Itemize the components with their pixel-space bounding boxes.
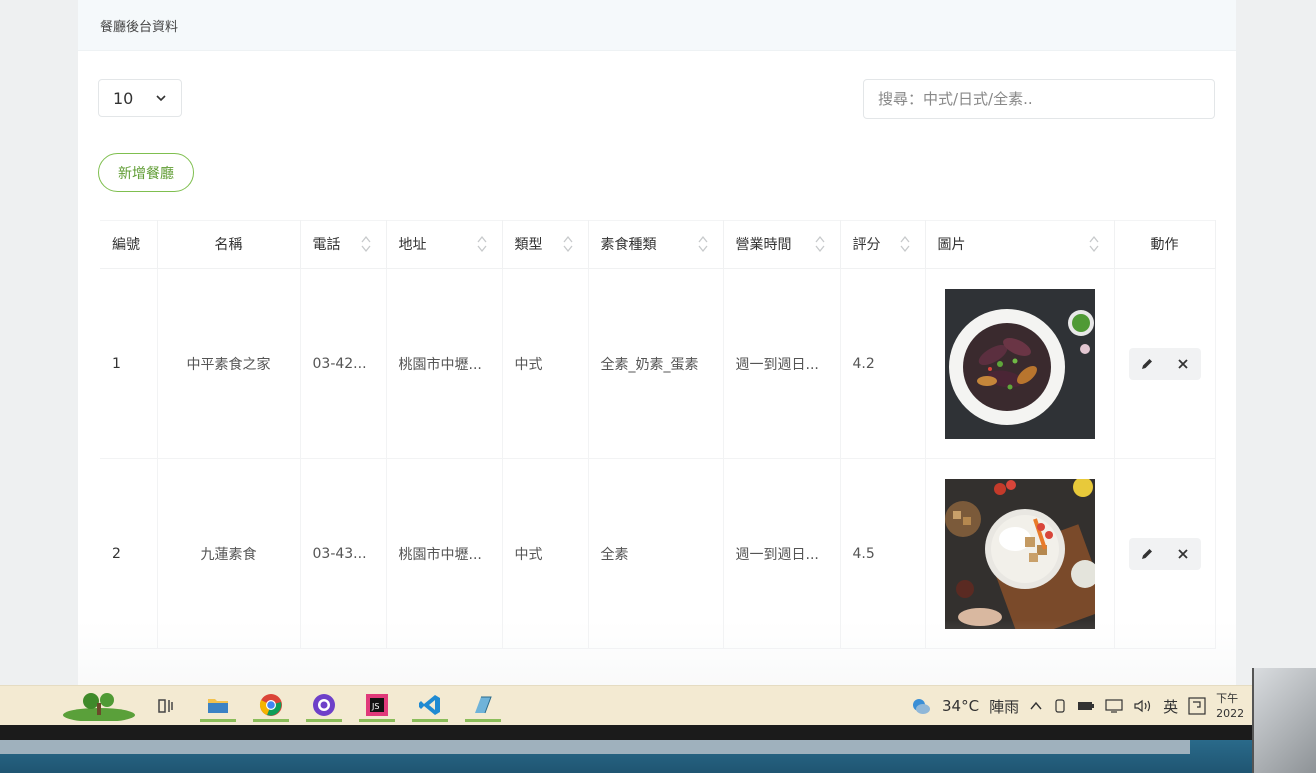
weather-desc[interactable]: 陣雨 xyxy=(989,696,1019,717)
weather-temp[interactable]: 34°C xyxy=(942,697,979,715)
column-header-address[interactable]: 地址 xyxy=(386,220,503,269)
page-title: 餐廳後台資料 xyxy=(100,19,179,35)
ime-mode-icon[interactable] xyxy=(1188,697,1206,715)
jetbrains-icon[interactable]: JS xyxy=(359,690,395,722)
chrome-icon[interactable] xyxy=(253,690,289,722)
edit-button[interactable] xyxy=(1129,538,1165,570)
delete-button[interactable] xyxy=(1165,538,1201,570)
column-header-rating[interactable]: 評分 xyxy=(840,220,926,269)
page-size-value: 10 xyxy=(113,88,134,108)
sort-icon[interactable] xyxy=(360,234,372,254)
task-view-icon[interactable] xyxy=(148,690,184,722)
sort-icon[interactable] xyxy=(899,234,911,254)
cell-address: 桃園市中壢... xyxy=(386,268,503,459)
edit-button[interactable] xyxy=(1129,348,1165,380)
widgets-icon[interactable] xyxy=(60,690,138,722)
search-input[interactable] xyxy=(863,79,1215,119)
battery-icon[interactable] xyxy=(1077,700,1095,712)
cell-veg-type: 全素_奶素_蛋素 xyxy=(588,268,724,459)
column-header-id[interactable]: 編號 xyxy=(100,220,158,269)
sort-icon[interactable] xyxy=(814,234,826,254)
sort-icon[interactable] xyxy=(476,234,488,254)
clock[interactable]: 下午 2022 xyxy=(1216,691,1244,721)
column-header-image[interactable]: 圖片 xyxy=(925,220,1115,269)
cell-hours: 週一到週日... xyxy=(723,268,841,459)
network-icon[interactable] xyxy=(1105,698,1123,714)
table-row: 1 中平素食之家 03-42... 桃園市中壢... 中式 全素_奶素_蛋素 週… xyxy=(100,268,1216,459)
screen-bezel xyxy=(0,725,1316,740)
cell-type: 中式 xyxy=(502,268,589,459)
restaurant-table: 編號 名稱 電話 地址 類型 素食種類 營業時間 評分 圖片 動作 1 中平素食… xyxy=(100,220,1216,649)
close-icon xyxy=(1177,548,1188,559)
cell-phone: 03-42... xyxy=(300,268,387,459)
pencil-icon xyxy=(1141,358,1152,369)
sort-icon[interactable] xyxy=(562,234,574,254)
svg-text:JS: JS xyxy=(371,702,379,711)
column-header-name[interactable]: 名稱 xyxy=(157,220,301,269)
github-desktop-icon[interactable] xyxy=(306,690,342,722)
cell-name: 中平素食之家 xyxy=(157,268,301,459)
sort-icon[interactable] xyxy=(697,234,709,254)
column-header-phone[interactable]: 電話 xyxy=(300,220,387,269)
scroll-fade xyxy=(78,620,1236,685)
rice-bowl-image xyxy=(944,478,1095,629)
terminal-app-icon[interactable] xyxy=(465,690,501,722)
cell-actions xyxy=(1114,268,1216,459)
column-header-type[interactable]: 類型 xyxy=(502,220,589,269)
delete-button[interactable] xyxy=(1165,348,1201,380)
cell-image xyxy=(925,268,1115,459)
weather-icon[interactable] xyxy=(910,695,932,717)
file-explorer-icon[interactable] xyxy=(200,690,236,722)
vscode-icon[interactable] xyxy=(412,690,448,722)
system-tray: 34°C 陣雨 英 下午 2022 xyxy=(910,686,1244,726)
add-restaurant-button[interactable]: 新增餐廳 xyxy=(98,153,194,192)
column-header-actions: 動作 xyxy=(1114,220,1216,269)
chevron-up-icon[interactable] xyxy=(1029,699,1043,713)
ime-indicator[interactable]: 英 xyxy=(1163,696,1178,717)
column-header-veg-type[interactable]: 素食種類 xyxy=(588,220,724,269)
admin-page: 餐廳後台資料 10 新增餐廳 編號 名稱 電話 地址 類型 素食種類 xyxy=(78,0,1236,685)
column-header-hours[interactable]: 營業時間 xyxy=(723,220,841,269)
page-header: 餐廳後台資料 xyxy=(78,0,1236,51)
close-icon xyxy=(1177,358,1188,369)
volume-icon[interactable] xyxy=(1133,698,1153,714)
webcam-overlay xyxy=(1252,668,1316,773)
chevron-down-icon xyxy=(156,95,166,102)
clock-date: 2022 xyxy=(1216,707,1245,720)
clock-time: 下午 xyxy=(1216,692,1239,705)
table-header-row: 編號 名稱 電話 地址 類型 素食種類 營業時間 評分 圖片 動作 xyxy=(100,220,1216,269)
cell-rating: 4.2 xyxy=(840,268,926,459)
cell-id: 1 xyxy=(100,268,158,459)
windows-taskbar: JS 34°C 陣雨 英 下午 2022 xyxy=(0,685,1316,726)
page-size-select[interactable]: 10 xyxy=(98,79,182,117)
pencil-icon xyxy=(1141,548,1152,559)
eggplant-dish-image xyxy=(944,288,1095,439)
sort-icon[interactable] xyxy=(1088,234,1100,254)
video-background-stripe xyxy=(0,740,1190,754)
camera-privacy-icon[interactable] xyxy=(1053,698,1067,714)
